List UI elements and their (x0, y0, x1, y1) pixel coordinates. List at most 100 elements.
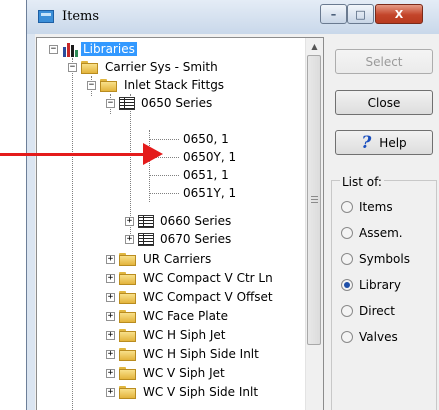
select-button[interactable]: Select (335, 49, 433, 74)
title-bar[interactable]: Items – □ X (27, 0, 439, 34)
expand-toggle[interactable]: + (125, 234, 134, 244)
help-button[interactable]: ? Help (335, 130, 433, 155)
radio-assem[interactable]: Assem. (341, 224, 403, 242)
grip-line (311, 199, 318, 200)
scrollbar-thumb[interactable] (307, 55, 321, 345)
tree-connector-line (149, 130, 150, 202)
radio-label: Symbols (359, 252, 410, 266)
folder-icon (119, 328, 137, 342)
folder-icon (119, 271, 137, 285)
tree-node-folder[interactable]: + WC H Siph Jet (106, 326, 228, 344)
tree-node-label: 0651Y, 1 (183, 186, 237, 200)
tree-node-folder[interactable]: + WC V Siph Jet (106, 364, 227, 382)
tree-node-label: 0650, 1 (183, 132, 229, 146)
close-window-button[interactable]: X (375, 4, 423, 24)
expand-toggle[interactable]: + (106, 273, 115, 283)
folder-icon (119, 290, 137, 304)
radio-direct[interactable]: Direct (341, 302, 395, 320)
tree-node-folder[interactable]: + WC H Siph Side Inlt (106, 345, 261, 363)
radio-library[interactable]: Library (341, 276, 401, 294)
tree-node-folder[interactable]: + WC V Siph Side Inlt (106, 383, 260, 401)
tree-leaf-item[interactable]: 0651Y, 1 (181, 184, 238, 202)
tree-node-0660-series[interactable]: + 0660 Series (125, 212, 233, 230)
tree-node-libraries[interactable]: − Libraries (49, 40, 137, 58)
help-icon: ? (361, 132, 372, 153)
tree-node-0650-series[interactable]: − 0650 Series (106, 94, 214, 112)
expand-toggle[interactable]: + (106, 349, 115, 359)
grip-line (311, 202, 318, 203)
tree-node-0670-series[interactable]: + 0670 Series (125, 230, 233, 248)
tree-connector-line (72, 58, 73, 410)
radio-valves[interactable]: Valves (341, 328, 398, 346)
tree-node-label: WC Compact V Offset (143, 290, 273, 304)
radio-button[interactable] (341, 253, 353, 265)
radio-button[interactable] (341, 201, 353, 213)
radio-button[interactable] (341, 331, 353, 343)
folder-icon (119, 309, 137, 323)
tree-node-carrier[interactable]: − Carrier Sys - Smith (68, 58, 220, 76)
tree-node-folder[interactable]: + WC Compact V Offset (106, 288, 275, 306)
help-button-label: Help (379, 135, 407, 150)
radio-items[interactable]: Items (341, 198, 393, 216)
collapse-toggle[interactable]: − (106, 98, 115, 108)
tree-leaf-item[interactable]: 0650Y, 1 (181, 148, 238, 166)
tree-vertical-scrollbar[interactable]: ▲ (305, 38, 323, 410)
folder-icon (100, 78, 118, 92)
tree-connector-line (149, 175, 179, 176)
dialog-client-area: − Libraries − Carrier Sys - Smith − Inle… (35, 34, 439, 410)
grip-line (311, 196, 318, 197)
tree-leaf-item[interactable]: 0651, 1 (181, 166, 231, 184)
tree-node-label: 0670 Series (160, 232, 232, 246)
library-tree[interactable]: − Libraries − Carrier Sys - Smith − Inle… (36, 37, 324, 410)
tree-node-label: WC H Siph Jet (143, 328, 226, 342)
collapse-toggle[interactable]: − (87, 80, 96, 90)
close-button[interactable]: Close (335, 90, 433, 115)
expand-toggle[interactable]: + (106, 311, 115, 321)
radio-label: Direct (359, 304, 395, 318)
folder-icon (119, 385, 137, 399)
radio-button[interactable] (341, 227, 353, 239)
red-arrow-shaft (0, 153, 145, 156)
radio-label: Assem. (359, 226, 403, 240)
radio-button[interactable] (341, 305, 353, 317)
minimize-button[interactable]: – (320, 4, 347, 24)
scroll-up-arrow-icon[interactable]: ▲ (306, 38, 323, 55)
tree-node-label: 0650Y, 1 (183, 150, 237, 164)
expand-toggle[interactable]: + (106, 330, 115, 340)
expand-toggle[interactable]: + (106, 292, 115, 302)
series-icon (138, 232, 154, 246)
tree-connector-line (149, 139, 179, 140)
radio-label: Valves (359, 330, 398, 344)
expand-toggle[interactable]: + (106, 254, 115, 264)
tree-node-folder[interactable]: + WC Compact V Ctr Ln (106, 269, 275, 287)
tree-node-label: WC Face Plate (143, 309, 229, 323)
collapse-toggle[interactable]: − (49, 44, 58, 54)
tree-node-folder[interactable]: + UR Carriers (106, 250, 213, 268)
tree-node-label: Carrier Sys - Smith (105, 60, 218, 74)
tree-node-inlet-stack[interactable]: − Inlet Stack Fittgs (87, 76, 226, 94)
window-title: Items (62, 9, 100, 24)
red-arrow-head (143, 143, 163, 165)
tree-node-label: Libraries (81, 42, 137, 56)
list-of-label: List of: (340, 175, 384, 189)
radio-label: Library (359, 278, 401, 292)
expand-toggle[interactable]: + (125, 216, 134, 226)
tree-leaf-item[interactable]: 0650, 1 (181, 130, 231, 148)
expand-toggle[interactable]: + (106, 368, 115, 378)
maximize-button[interactable]: □ (347, 4, 374, 24)
tree-node-label: WC H Siph Side Inlt (143, 347, 259, 361)
folder-icon (81, 60, 99, 74)
items-window: Items – □ X − Libraries − Carrier Sys - … (26, 0, 439, 410)
expand-toggle[interactable]: + (106, 387, 115, 397)
folder-icon (119, 366, 137, 380)
radio-symbols[interactable]: Symbols (341, 250, 410, 268)
tree-node-folder[interactable]: + WC Face Plate (106, 307, 230, 325)
tree-node-label: 0660 Series (160, 214, 232, 228)
tree-node-label: WC V Siph Side Inlt (143, 385, 259, 399)
tree-node-label: UR Carriers (143, 252, 212, 266)
tree-connector-line (149, 193, 179, 194)
tree-node-label: 0651, 1 (183, 168, 229, 182)
radio-button-checked[interactable] (341, 279, 353, 291)
series-icon (119, 96, 135, 110)
collapse-toggle[interactable]: − (68, 62, 77, 72)
